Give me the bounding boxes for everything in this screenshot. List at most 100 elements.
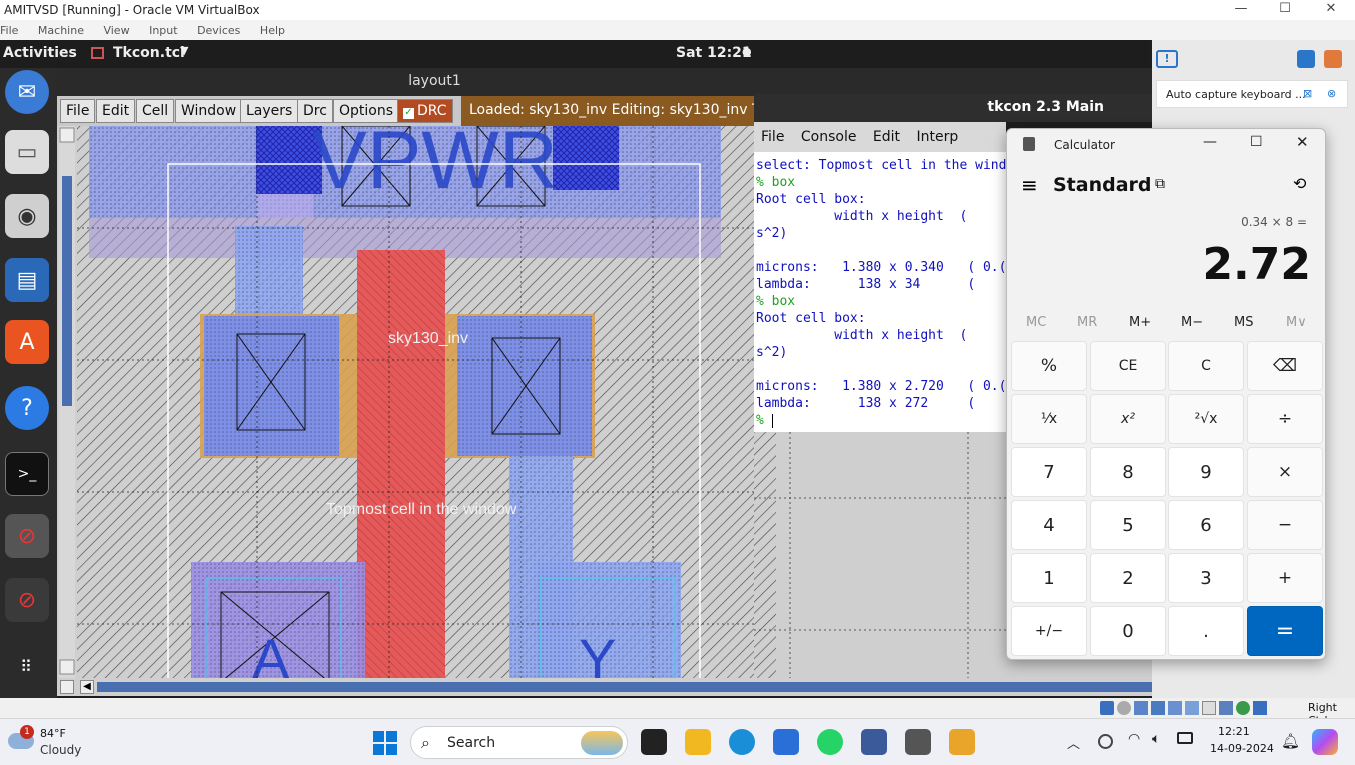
- layout-menu-cell[interactable]: Cell: [136, 99, 175, 123]
- negate-button[interactable]: +/−: [1011, 606, 1087, 656]
- chevron-down-icon[interactable]: ▼: [180, 44, 188, 57]
- digit-3-button[interactable]: 3: [1168, 553, 1244, 603]
- square-button[interactable]: x²: [1090, 394, 1166, 444]
- divide-button[interactable]: ÷: [1247, 394, 1323, 444]
- hdd-icon[interactable]: [1100, 701, 1114, 715]
- file-explorer-icon[interactable]: [685, 729, 711, 755]
- start-button[interactable]: [373, 731, 397, 755]
- optical-icon[interactable]: [1117, 701, 1131, 715]
- vbox-menu-machine[interactable]: Machine: [30, 20, 92, 37]
- keep-on-top-icon[interactable]: ⧉: [1155, 176, 1165, 192]
- vbox-menu-view[interactable]: View: [95, 20, 137, 37]
- vbox-menu-input[interactable]: Input: [141, 20, 185, 37]
- rhythmbox-icon[interactable]: ◉: [5, 194, 49, 238]
- digit-2-button[interactable]: 2: [1090, 553, 1166, 603]
- calc-close-button[interactable]: ✕: [1296, 133, 1309, 151]
- shared-folder-icon[interactable]: [1185, 701, 1199, 715]
- horizontal-scrollbar[interactable]: ◀: [57, 678, 1152, 696]
- mem-recall-button[interactable]: MR: [1077, 315, 1097, 330]
- volume-icon[interactable]: 🔈︎: [1152, 731, 1160, 747]
- security-icon[interactable]: [1098, 734, 1113, 749]
- tkcon-console[interactable]: select: Topmost cell in the wind % box Roo…: [754, 152, 1006, 432]
- digit-7-button[interactable]: 7: [1011, 447, 1087, 497]
- layout-menu-layers[interactable]: Layers: [240, 99, 299, 123]
- taskbar-date[interactable]: 14-09-2024: [1210, 742, 1274, 755]
- clear-entry-button[interactable]: CE: [1090, 341, 1166, 391]
- terminal-icon[interactable]: >_: [5, 452, 49, 496]
- sqrt-button[interactable]: ²√x: [1168, 394, 1244, 444]
- thunderbird-icon[interactable]: ✉: [5, 70, 49, 114]
- hamburger-menu-icon[interactable]: ≡: [1021, 173, 1038, 197]
- mem-store-button[interactable]: MS: [1234, 315, 1253, 330]
- mem-subtract-button[interactable]: M−: [1181, 315, 1203, 330]
- zoom-box-icon[interactable]: [60, 680, 74, 694]
- software-center-icon[interactable]: A: [5, 320, 49, 364]
- history-icon[interactable]: ⟲: [1293, 174, 1306, 193]
- layout-menu-drc[interactable]: Drc: [297, 99, 333, 123]
- tkcon-menu-edit[interactable]: Edit: [866, 122, 905, 145]
- notice-close-icon[interactable]: ⊗: [1327, 87, 1336, 100]
- calc-minimize-button[interactable]: —: [1203, 134, 1217, 150]
- digit-1-button[interactable]: 1: [1011, 553, 1087, 603]
- digit-8-button[interactable]: 8: [1090, 447, 1166, 497]
- mem-add-button[interactable]: M+: [1129, 315, 1151, 330]
- tkcon-menu-interp[interactable]: Interp: [910, 122, 964, 145]
- no-entry-icon[interactable]: ⊘: [5, 514, 49, 558]
- layout-canvas[interactable]: VPWR A Y sky130_inv Topmost cell in the …: [57, 126, 754, 678]
- chevron-up-icon[interactable]: ︿: [1067, 733, 1080, 752]
- store-icon[interactable]: [773, 729, 799, 755]
- layout-menu-window[interactable]: Window: [175, 99, 243, 123]
- app-grid-icon[interactable]: ⠿: [5, 644, 49, 688]
- info-icon[interactable]: !: [1156, 50, 1178, 68]
- autocapture-notice[interactable]: Auto capture keyboard ... ⊠ ⊗: [1156, 80, 1348, 108]
- clear-button[interactable]: C: [1168, 341, 1244, 391]
- layout-menu-edit[interactable]: Edit: [96, 99, 136, 123]
- help-icon[interactable]: ?: [5, 386, 49, 430]
- mem-clear-button[interactable]: MC: [1026, 315, 1046, 330]
- maximize-button[interactable]: ☐: [1262, 0, 1308, 20]
- display-icon[interactable]: [1202, 701, 1216, 715]
- multiply-button[interactable]: ×: [1247, 447, 1323, 497]
- drc-toggle[interactable]: ✓ DRC: [397, 99, 453, 123]
- app-menu-label[interactable]: Tkcon.tcl: [113, 45, 185, 61]
- close-button[interactable]: ✕: [1308, 0, 1354, 20]
- writer-icon[interactable]: ▤: [5, 258, 49, 302]
- copilot-icon[interactable]: [1312, 729, 1338, 755]
- decimal-button[interactable]: .: [1168, 606, 1244, 656]
- keyboard-icon[interactable]: [1253, 701, 1267, 715]
- subtract-button[interactable]: −: [1247, 500, 1323, 550]
- wifi-icon[interactable]: ◠: [1128, 731, 1140, 747]
- notice-toggle-icon[interactable]: ⊠: [1303, 87, 1312, 100]
- tkcon-menu-file[interactable]: File: [754, 122, 789, 145]
- cpu-icon[interactable]: [1236, 701, 1250, 715]
- scrollbar-thumb[interactable]: [97, 682, 1152, 692]
- digit-6-button[interactable]: 6: [1168, 500, 1244, 550]
- taskbar-time[interactable]: 12:21: [1218, 725, 1250, 738]
- scroll-left-icon[interactable]: ◀: [80, 680, 94, 694]
- audio-icon[interactable]: [1134, 701, 1148, 715]
- digit-5-button[interactable]: 5: [1090, 500, 1166, 550]
- no-entry-icon-2[interactable]: ⊘: [5, 578, 49, 622]
- keyboard-capture-icon[interactable]: [1297, 50, 1315, 68]
- calc-maximize-button[interactable]: ☐: [1250, 134, 1263, 150]
- whatsapp-icon[interactable]: [817, 729, 843, 755]
- percent-button[interactable]: %: [1011, 341, 1087, 391]
- add-button[interactable]: +: [1247, 553, 1323, 603]
- usb-icon[interactable]: [1168, 701, 1182, 715]
- backspace-button[interactable]: ⌫: [1247, 341, 1323, 391]
- mem-list-button[interactable]: M∨: [1286, 315, 1307, 330]
- mouse-integration-icon[interactable]: [1324, 50, 1342, 68]
- reciprocal-button[interactable]: ¹⁄x: [1011, 394, 1087, 444]
- equals-button[interactable]: =: [1247, 606, 1323, 656]
- clock[interactable]: Sat 12:21: [676, 45, 752, 61]
- vbox-menu-file[interactable]: File: [0, 20, 26, 37]
- activities-button[interactable]: Activities: [3, 45, 77, 61]
- task-view-icon[interactable]: [641, 729, 667, 755]
- recording-icon[interactable]: [1219, 701, 1233, 715]
- minimize-button[interactable]: —: [1218, 0, 1264, 20]
- vbox-menu-help[interactable]: Help: [252, 20, 293, 37]
- weather-temp[interactable]: 84°F: [40, 727, 66, 740]
- virtualbox-icon[interactable]: [861, 729, 887, 755]
- edge-icon[interactable]: [729, 729, 755, 755]
- search-box[interactable]: ⌕ Search: [410, 726, 628, 759]
